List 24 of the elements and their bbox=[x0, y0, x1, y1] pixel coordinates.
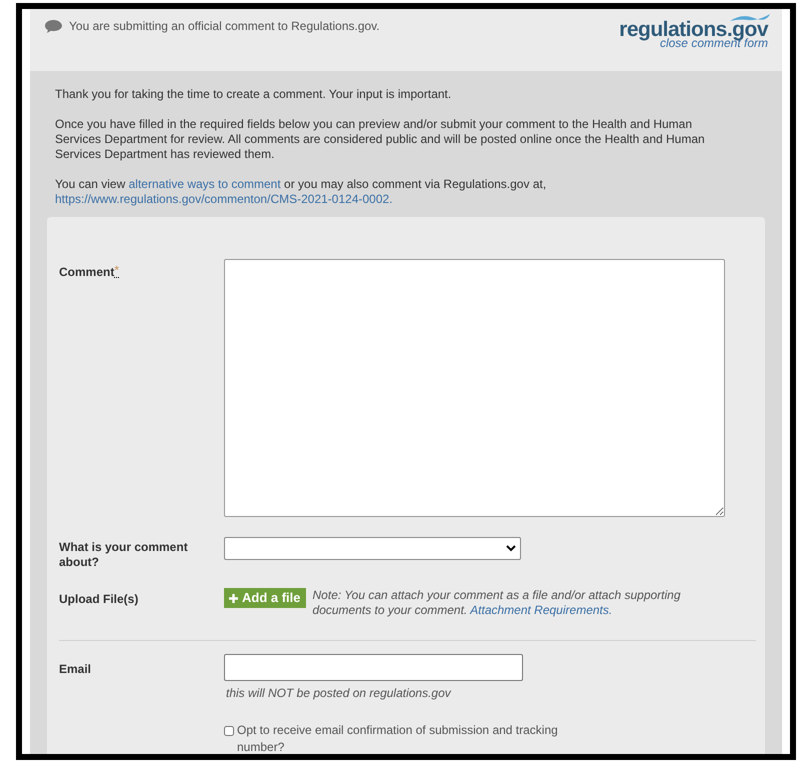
thanks-text: Thank you for taking the time to create a comment. Your input is important. bbox=[55, 87, 452, 102]
upload-label: Upload File(s) bbox=[59, 591, 140, 608]
logo: regulations.gov bbox=[619, 18, 768, 41]
email-label: Email bbox=[59, 661, 92, 678]
attachment-requirements-link[interactable]: Attachment Requirements. bbox=[470, 603, 612, 617]
confirmation-label: Opt to receive email confirmation of submission and tracking number? bbox=[237, 722, 559, 754]
confirmation-checkbox[interactable] bbox=[224, 726, 234, 736]
instructions-text: Once you have filled in the required fields below you can preview and/or submit your comment to the Health and Human Services Department for review. All comments are considered public and will be posted online once the Health and Human Services Department has reviewed them. bbox=[55, 117, 706, 162]
alternative-text: You can view alternative ways to comment or you may also comment via Regulations.gov at, bbox=[55, 177, 548, 192]
topic-label: What is your comment about? bbox=[59, 540, 189, 570]
comment-field[interactable] bbox=[224, 259, 725, 517]
regulations-url-link[interactable]: https://www.regulations.gov/commenton/CMS-2021-0124-0002. bbox=[55, 192, 739, 207]
speech-bubble-icon bbox=[44, 18, 63, 34]
comment-label: Comment bbox=[59, 264, 114, 281]
email-field[interactable] bbox=[224, 654, 523, 681]
add-file-button[interactable]: Add a file bbox=[224, 588, 306, 608]
alternative-ways-link[interactable]: alternative ways to comment bbox=[128, 177, 281, 191]
topic-select[interactable] bbox=[224, 537, 521, 560]
required-mark: * bbox=[114, 263, 120, 278]
chevron-down-icon bbox=[506, 545, 516, 552]
plus-icon bbox=[229, 594, 238, 602]
submission-notice: You are submitting an official comment to Regulations.gov. bbox=[69, 18, 380, 35]
email-hint: this will NOT be posted on regulations.gov bbox=[226, 685, 452, 702]
upload-note: Note: You can attach your comment as a file and/or attach supporting documents to your comment. Attachment Requirements. bbox=[312, 588, 682, 618]
